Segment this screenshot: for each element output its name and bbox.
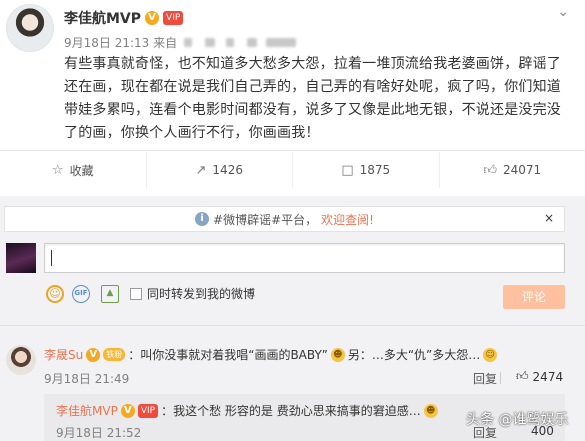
notice-text: #微博辟谣#平台， [213, 212, 318, 227]
like-count: 24071 [502, 163, 542, 177]
comment-content: 李晟Su V 铁粉 ：叫你没事就对着我唱“画画的BABY” ☻ 另：…多大“仇”… [44, 346, 498, 363]
vip-badge: VIP [137, 403, 159, 418]
star-icon: ☆ [51, 162, 64, 178]
thumbs-up-icon: 👍︎ [516, 369, 529, 383]
laugh-emoji-icon: ☺ [483, 347, 498, 362]
commenter-avatar[interactable] [6, 345, 36, 375]
sub-reply-author[interactable]: 李佳航MVP [56, 402, 118, 419]
chevron-down-icon[interactable]: ⌄ [557, 4, 569, 20]
author-line: 李佳航MVP V VIP [64, 8, 184, 28]
comment-like-count: 2474 [532, 369, 564, 384]
comment-text-2: 另：…多大“仇”多大怨… [347, 348, 481, 362]
comment-like-button[interactable]: 👍︎ 2474 [516, 369, 563, 384]
blurred-source [205, 38, 216, 47]
post-date: 9月18日 21:13 来自 [64, 36, 178, 50]
comment-count: 1875 [359, 163, 391, 177]
favorite-label: 收藏 [69, 163, 94, 178]
blurred-source [226, 38, 235, 47]
blurred-source [247, 38, 258, 47]
vip-badge: VIP [163, 11, 184, 25]
close-icon[interactable]: × [544, 211, 554, 225]
submit-comment-button[interactable]: 评论 [503, 285, 565, 309]
repost-label: 同时转发到我的微博 [147, 287, 256, 301]
repost-button[interactable]: ↗ 1426 [147, 152, 293, 188]
my-avatar [6, 243, 36, 273]
sub-reply-time: 9月18日 21:52 [56, 426, 142, 440]
blurred-source [184, 38, 193, 47]
favorite-button[interactable]: ☆ 收藏 [0, 152, 147, 188]
repost-checkbox[interactable] [130, 287, 142, 300]
info-icon: i [195, 212, 210, 226]
action-bar: ☆ 收藏 ↗ 1426 □ 1875 👍︎ 24071 [0, 152, 585, 188]
blurred-source [266, 38, 297, 47]
post-text: 有些事真就奇怪，也不知道多大愁多大怨，拉着一堆顶流给我老婆画饼，辟谣了还在画，现… [64, 56, 561, 141]
gif-icon[interactable]: GIF [72, 285, 90, 303]
emoji-face-icon: ☻ [423, 403, 438, 418]
divider [500, 372, 501, 384]
comment-time: 9月18日 21:49 [44, 372, 130, 386]
notice-link[interactable]: 欢迎查阅! [321, 211, 374, 228]
share-icon: ↗ [195, 162, 207, 178]
verified-badge: V [120, 403, 135, 418]
watermark-text: 头条 @谁鹭娱乐 [466, 412, 569, 428]
repost-option[interactable]: 同时转发到我的微博 [130, 285, 255, 302]
comment-button[interactable]: □ 1875 [293, 152, 440, 188]
post-meta: 9月18日 21:13 来自 [64, 34, 297, 51]
sub-reply-content: 李佳航MVP V VIP ：我这个愁 形容的是 费劲心思来搞事的窘迫感… ☻ [56, 402, 438, 419]
divider [0, 325, 585, 326]
like-button[interactable]: 👍︎ 24071 [440, 152, 585, 188]
author-avatar[interactable] [6, 4, 54, 52]
fan-badge: 铁粉 [103, 348, 126, 361]
text-caret [51, 250, 52, 266]
thumbs-up-icon: 👍︎ [483, 162, 497, 178]
comment-reply-button[interactable]: 回复 [473, 370, 497, 387]
divider [0, 150, 585, 151]
watermark: 头条 @谁鹭娱乐 [466, 409, 568, 429]
image-icon[interactable]: ▲ [101, 285, 119, 303]
comment-icon: □ [341, 162, 354, 178]
commenter-name[interactable]: 李晟Su [44, 346, 83, 363]
emoji-icon[interactable]: ☺ [46, 285, 64, 303]
comment-input[interactable] [44, 243, 565, 273]
sub-reply-text: ：我这个愁 形容的是 费劲心思来搞事的窘迫感… [161, 404, 421, 418]
comment-text: ：叫你没事就对着我唱“画画的BABY” [128, 348, 328, 362]
verified-badge: V [86, 347, 101, 362]
author-name[interactable]: 李佳航MVP [64, 8, 141, 28]
verified-badge: V [145, 11, 160, 25]
repost-count: 1426 [212, 163, 243, 177]
emoji-face-icon: ☻ [330, 347, 345, 362]
rumor-notice: i #微博辟谣#平台， 欢迎查阅! × [4, 206, 565, 232]
